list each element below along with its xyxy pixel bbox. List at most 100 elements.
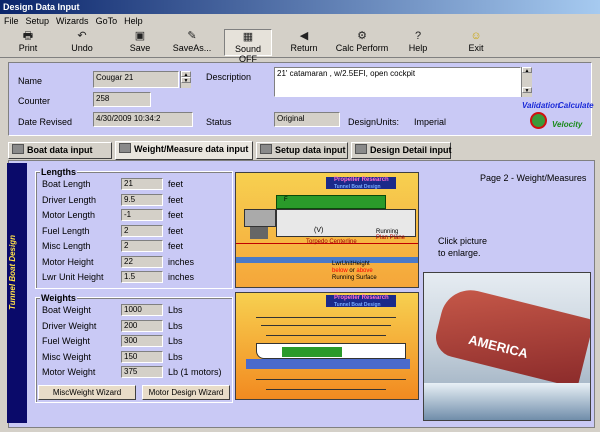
field-label: Motor Height [42,256,94,267]
name-label: Name [18,76,43,86]
misc-weight-wizard-button[interactable]: MiscWeight Wizard [38,385,136,400]
sidebar-banner: Tunnel Boat Design [7,163,27,423]
field-label: Misc Length [42,241,91,251]
field-label: Lwr Unit Height [42,272,104,282]
date-revised-label: Date Revised [18,117,73,127]
save-as-button[interactable]: ✎ SaveAs... [168,29,216,56]
motor-design-wizard-button[interactable]: Motor Design Wizard [142,385,230,400]
menu-file[interactable]: File [0,16,22,26]
design-units-label: DesignUnits: [348,117,400,127]
name-scrollbar[interactable]: ▲ ▼ [180,71,191,88]
dimension-diagram[interactable]: Propeller Research Tunnel Boat Design [235,292,419,400]
tab-boat-data[interactable]: Boat data input [8,142,112,159]
sound-grid-icon: ▦ [242,31,254,43]
field-input[interactable]: 1.5 [121,271,163,283]
lower-unit-shape [250,227,268,239]
dim-line [256,317,396,318]
field-unit: inches [168,256,195,267]
sound-off-button[interactable]: ▦ Sound OFF [224,29,272,64]
field-label: Fuel Length [42,225,90,236]
validation-calculate-logo: Validation Calculate Velocity [522,101,594,129]
field-input[interactable]: 9.5 [121,193,163,206]
name-field[interactable]: Cougar 21 [93,71,179,88]
field-input[interactable]: 2 [121,240,163,252]
undo-button[interactable]: ↶ Undo [62,29,102,56]
field-unit: feet [168,179,184,189]
diagram-brand: Propeller Research Tunnel Boat Design [326,177,396,190]
dim-line [256,379,406,380]
tab-setup-data[interactable]: Setup data input [256,142,348,159]
field-unit: inches [168,272,195,282]
field-label: Fuel Weight [42,336,90,346]
water-line [236,257,418,263]
field-unit: feet [168,194,184,205]
field-unit: Lbs [168,305,183,315]
menu-bar: File Setup Wizards GoTo Help [0,14,600,28]
print-button[interactable]: 🖶 Print [8,29,48,56]
dim-line [266,335,386,336]
field-input[interactable]: 21 [121,178,163,190]
description-scrollbar[interactable]: ▲ ▼ [521,67,532,97]
calc-icon: ⚙ [357,30,367,42]
description-field[interactable]: 21' catamaran , w/2.5EFI, open cockpit [274,67,521,97]
field-input[interactable]: 150 [121,350,163,363]
return-arrow-icon: ◀ [299,30,309,42]
toolbar: 🖶 Print ↶ Undo ▣ Save ✎ SaveAs... ▦ Sound OFF… [0,28,600,64]
field-input[interactable]: 2 [121,224,163,237]
tab-weight-measure[interactable]: Weight/Measure data input [115,141,253,160]
menu-help[interactable]: Help [120,16,146,26]
lengths-title: Lengths [40,167,77,177]
window-title: Design Data Input [0,0,600,14]
design-units-value: Imperial [414,117,447,127]
click-note: Click picture to enlarge. [438,236,488,258]
save-button[interactable]: ▣ Save [120,29,160,56]
help-icon: ? [414,30,422,42]
field-label: Misc Weight [42,351,91,362]
setup-icon [260,144,272,154]
boat-photo[interactable]: AMERICA [423,272,591,421]
dim-line [261,325,391,326]
field-input[interactable]: 300 [121,335,163,347]
status-field: Original [274,112,340,127]
running-label: Running Plan Plane [376,229,406,241]
field-input[interactable]: 1000 [121,304,163,316]
menu-wizards[interactable]: Wizards [52,16,92,26]
tab-strip: Boat data input Weight/Measure data inpu… [4,141,598,160]
tab-design-detail[interactable]: Design Detail input [351,142,452,159]
save-as-icon: ✎ [187,30,197,42]
field-input[interactable]: -1 [121,209,163,221]
field-label: Motor Weight [42,367,96,377]
field-unit: feet [168,241,184,251]
field-label: Motor Length [42,210,96,220]
field-unit: Lbs [168,351,183,362]
field-unit: Lbs [168,320,183,331]
weights-title: Weights [40,293,77,303]
menu-goto[interactable]: GoTo [92,16,121,26]
help-button[interactable]: ? Help [398,29,438,56]
boat-icon [12,144,24,154]
page-label: Page 2 - Weight/Measures [480,173,587,183]
no-symbol-icon [530,112,547,129]
field-unit: Lbs [168,336,183,346]
field-label: Driver Weight [42,320,97,331]
calc-perform-button[interactable]: ⚙ Calc Perform [334,29,390,56]
menu-setup[interactable]: Setup [22,16,53,26]
description-label: Description [206,72,252,82]
field-input[interactable]: 375 [121,366,163,378]
field-unit: feet [168,210,184,220]
boat-hull-shape [431,283,590,389]
motor-shape [244,209,276,227]
return-button[interactable]: ◀ Return [284,29,324,56]
counter-label: Counter [18,96,51,106]
exit-button[interactable]: ☺ Exit [456,29,496,56]
printer-icon: 🖶 [22,30,34,42]
field-input[interactable]: 22 [121,255,163,268]
water-surface [246,359,410,369]
side-profile-diagram[interactable]: Propeller Research Tunnel Boat Design F (… [235,172,419,288]
hull-section [282,347,342,357]
status-label: Status [206,117,232,127]
field-unit: Lb (1 motors) [168,367,222,377]
scale-icon [119,143,131,153]
field-input[interactable]: 200 [121,319,163,332]
lwr-unit-note: LwrUnitHeight below or above Running Surfa… [332,261,377,281]
